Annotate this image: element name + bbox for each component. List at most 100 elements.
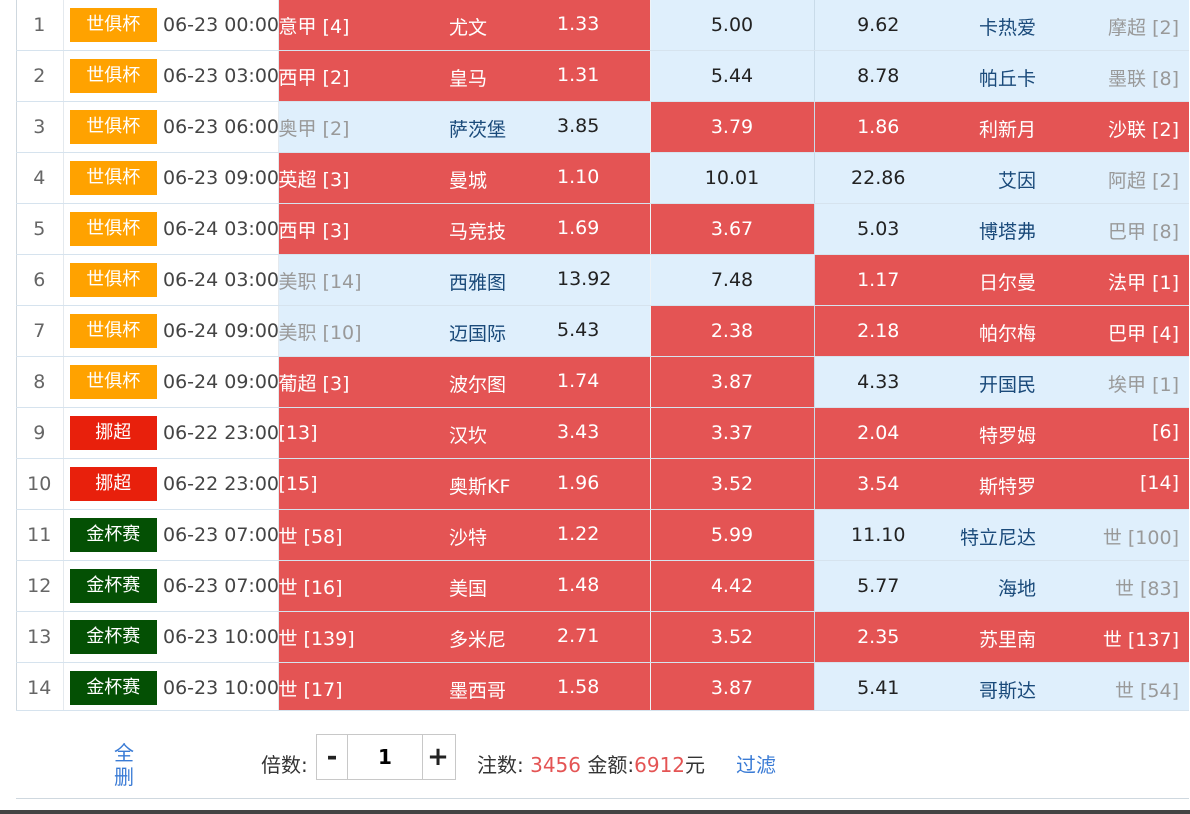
match-row: 5 世俱杯 06-24 03:00 西甲 [3] 马竞技 1.69 3.67 5.03 博塔弗 巴…	[16, 203, 1189, 255]
draw-option[interactable]: 3.79	[649, 101, 815, 153]
home-rank: 意甲 [4]	[278, 15, 350, 38]
multiplier-input[interactable]	[347, 735, 423, 779]
away-win-option[interactable]: 5.41	[814, 662, 942, 714]
home-win-option[interactable]: 奥斯KF 1.96	[435, 458, 651, 510]
away-win-option[interactable]: 2.35	[814, 611, 942, 663]
draw-option[interactable]: 5.99	[649, 509, 815, 561]
home-win-option[interactable]: 萨茨堡 3.85	[435, 101, 651, 153]
match-row: 9 挪超 06-22 23:00 [13] 汉坎 3.43 3.37 2.04 特罗姆 [6]	[16, 407, 1189, 459]
home-odds: 1.96	[557, 472, 600, 494]
away-win-option[interactable]: 艾因 阿超 [2]	[942, 152, 1189, 204]
home-win-option[interactable]: [15]	[278, 458, 435, 510]
away-win-option[interactable]: 开国民 埃甲 [1]	[942, 356, 1189, 408]
away-win-option[interactable]: 2.04	[814, 407, 942, 459]
away-win-option[interactable]: 8.78	[814, 50, 942, 102]
home-win-option[interactable]: 西甲 [2]	[278, 50, 435, 102]
home-win-option[interactable]: 西甲 [3]	[278, 203, 435, 255]
home-win-option[interactable]: 西雅图 13.92	[435, 254, 651, 306]
home-win-option[interactable]: 奥甲 [2]	[278, 101, 435, 153]
away-win-option[interactable]: 5.03	[814, 203, 942, 255]
away-rank: 法甲 [1]	[1108, 272, 1179, 294]
home-win-option[interactable]: 意甲 [4]	[278, 0, 435, 51]
bet-summary: 注数: 3456 金额:6912元	[477, 749, 705, 778]
match-row: 7 世俱杯 06-24 09:00 美职 [10] 迈国际 5.43 2.38 2.18 帕尔梅…	[16, 305, 1189, 357]
away-team: 利新月	[978, 119, 1036, 141]
home-win-option[interactable]: 多米尼 2.71	[435, 611, 651, 663]
home-win-option[interactable]: 沙特 1.22	[435, 509, 651, 561]
home-win-option[interactable]: 英超 [3]	[278, 152, 435, 204]
match-time: 06-23 07:00	[163, 509, 279, 561]
away-win-option[interactable]: 3.54	[814, 458, 942, 510]
home-win-option[interactable]: 墨西哥 1.58	[435, 662, 651, 714]
away-win-option[interactable]: 11.10	[814, 509, 942, 561]
away-win-option[interactable]: 卡热爱 摩超 [2]	[942, 0, 1189, 51]
away-win-option[interactable]: 9.62	[814, 0, 942, 51]
away-win-option[interactable]: 斯特罗 [14]	[942, 458, 1189, 510]
increase-button[interactable]: +	[423, 735, 453, 779]
filter-link[interactable]: 过滤	[736, 749, 776, 778]
away-win-option[interactable]: 22.86	[814, 152, 942, 204]
home-win-option[interactable]: 美职 [14]	[278, 254, 435, 306]
away-win-option[interactable]: 哥斯达 世 [54]	[942, 662, 1189, 714]
away-win-option[interactable]: 博塔弗 巴甲 [8]	[942, 203, 1189, 255]
decrease-button[interactable]: -	[317, 735, 347, 779]
draw-option[interactable]: 5.44	[649, 50, 815, 102]
away-odds: 5.77	[857, 575, 900, 597]
match-time: 06-22 23:00	[163, 458, 279, 510]
away-win-option[interactable]: 帕丘卡 墨联 [8]	[942, 50, 1189, 102]
home-odds: 3.85	[557, 115, 600, 137]
home-win-option[interactable]: 世 [17]	[278, 662, 435, 714]
away-win-option[interactable]: 特立尼达 世 [100]	[942, 509, 1189, 561]
away-win-option[interactable]: 苏里南 世 [137]	[942, 611, 1189, 663]
row-number: 11	[16, 509, 64, 561]
away-win-option[interactable]: 1.17	[814, 254, 942, 306]
home-win-option[interactable]: 美职 [10]	[278, 305, 435, 357]
clear-all-button[interactable]: 全删	[112, 741, 136, 789]
draw-option[interactable]: 4.42	[649, 560, 815, 612]
home-win-option[interactable]: [13]	[278, 407, 435, 459]
draw-option[interactable]: 2.38	[649, 305, 815, 357]
home-team: 多米尼	[449, 629, 507, 651]
draw-option[interactable]: 3.87	[649, 356, 815, 408]
home-rank: 西甲 [3]	[278, 219, 350, 242]
away-win-option[interactable]: 5.77	[814, 560, 942, 612]
home-win-option[interactable]: 尤文 1.33	[435, 0, 651, 51]
home-team: 曼城	[449, 170, 488, 192]
draw-option[interactable]: 3.37	[649, 407, 815, 459]
draw-option[interactable]: 3.87	[649, 662, 815, 714]
home-win-option[interactable]: 世 [139]	[278, 611, 435, 663]
draw-option[interactable]: 7.48	[649, 254, 815, 306]
away-team: 苏里南	[978, 629, 1036, 651]
away-win-option[interactable]: 海地 世 [83]	[942, 560, 1189, 612]
home-win-option[interactable]: 世 [58]	[278, 509, 435, 561]
home-win-option[interactable]: 汉坎 3.43	[435, 407, 651, 459]
home-win-option[interactable]: 世 [16]	[278, 560, 435, 612]
draw-option[interactable]: 10.01	[649, 152, 815, 204]
bottom-border	[0, 810, 1190, 814]
away-win-option[interactable]: 4.33	[814, 356, 942, 408]
home-win-option[interactable]: 葡超 [3]	[278, 356, 435, 408]
away-win-option[interactable]: 特罗姆 [6]	[942, 407, 1189, 459]
draw-option[interactable]: 3.52	[649, 611, 815, 663]
away-win-option[interactable]: 日尔曼 法甲 [1]	[942, 254, 1189, 306]
league-cell: 挪超	[63, 458, 163, 510]
away-win-option[interactable]: 利新月 沙联 [2]	[942, 101, 1189, 153]
draw-option[interactable]: 3.67	[649, 203, 815, 255]
home-win-option[interactable]: 皇马 1.31	[435, 50, 651, 102]
row-number: 13	[16, 611, 64, 663]
home-win-option[interactable]: 美国 1.48	[435, 560, 651, 612]
row-number: 12	[16, 560, 64, 612]
draw-option[interactable]: 3.52	[649, 458, 815, 510]
away-win-option[interactable]: 1.86	[814, 101, 942, 153]
home-win-option[interactable]: 波尔图 1.74	[435, 356, 651, 408]
draw-odds: 5.00	[710, 14, 754, 36]
amount-label: 金额:	[587, 753, 635, 777]
home-win-option[interactable]: 曼城 1.10	[435, 152, 651, 204]
home-win-option[interactable]: 迈国际 5.43	[435, 305, 651, 357]
away-win-option[interactable]: 帕尔梅 巴甲 [4]	[942, 305, 1189, 357]
row-number: 7	[16, 305, 64, 357]
away-win-option[interactable]: 2.18	[814, 305, 942, 357]
home-win-option[interactable]: 马竞技 1.69	[435, 203, 651, 255]
match-row: 12 金杯赛 06-23 07:00 世 [16] 美国 1.48 4.42 5.77 海地 世 …	[16, 560, 1189, 612]
draw-option[interactable]: 5.00	[649, 0, 815, 51]
